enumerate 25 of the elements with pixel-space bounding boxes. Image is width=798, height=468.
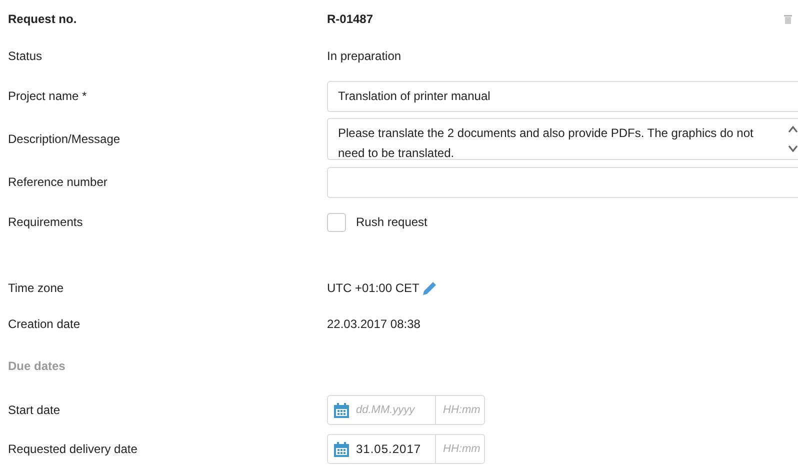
pencil-icon[interactable] xyxy=(421,280,438,296)
field-label: Status xyxy=(8,49,44,63)
input-field[interactable]: Translation of printer manual xyxy=(327,80,798,112)
date-time-field[interactable]: 31.05.2017 HH:mm xyxy=(327,434,485,464)
field-label: Project name * xyxy=(8,89,88,103)
field-label: Start date xyxy=(8,403,62,417)
calendar-icon[interactable] xyxy=(333,440,350,458)
field-label: Requested delivery date xyxy=(8,442,138,456)
checkbox[interactable] xyxy=(327,212,346,232)
input-field[interactable] xyxy=(327,166,798,198)
field-label: Requirements xyxy=(8,215,84,229)
field-label: Time zone xyxy=(8,281,65,295)
trash-icon[interactable] xyxy=(784,14,792,24)
field-value: 22.03.2017 08:38 xyxy=(327,317,420,331)
checkbox-label: Rush request xyxy=(356,215,428,229)
request-number: R-01487 xyxy=(327,12,374,26)
section-heading: Due dates xyxy=(8,359,66,373)
field-label: Creation date xyxy=(8,317,82,331)
field-label: Reference number xyxy=(8,175,108,189)
text-area[interactable]: Please translate the 2 documents and also provide PDFs. The graphics do not need to be translated. xyxy=(327,118,798,160)
calendar-icon[interactable] xyxy=(333,402,350,418)
field-label: Request no. xyxy=(8,12,78,26)
field-value: UTC +01:00 CET xyxy=(327,281,420,295)
field-value: In preparation xyxy=(327,49,402,63)
field-label: Description/Message xyxy=(8,132,122,146)
